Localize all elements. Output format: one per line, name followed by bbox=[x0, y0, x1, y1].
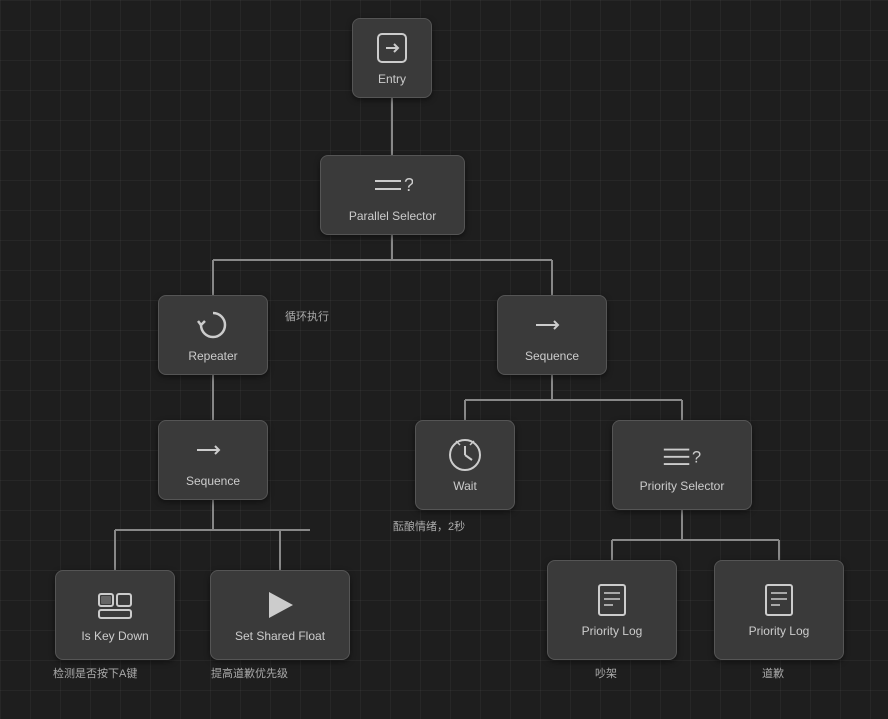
repeater-annotation: 循环执行 bbox=[285, 308, 329, 324]
priority-selector-label: Priority Selector bbox=[640, 479, 725, 495]
wait-label: Wait bbox=[453, 479, 477, 495]
sequence-left-label: Sequence bbox=[186, 474, 240, 490]
priority-log-1-node[interactable]: Priority Log bbox=[547, 560, 677, 660]
key-down-icon bbox=[95, 585, 135, 625]
canvas: Entry ? Parallel Selector Repeater 循环执行 bbox=[0, 0, 888, 719]
parallel-selector-node[interactable]: ? Parallel Selector bbox=[320, 155, 465, 235]
svg-text:?: ? bbox=[404, 175, 413, 195]
wait-node[interactable]: Wait bbox=[415, 420, 515, 510]
sequence-right-icon bbox=[532, 305, 572, 345]
priority-log-1-icon bbox=[592, 580, 632, 620]
entry-node[interactable]: Entry bbox=[352, 18, 432, 98]
repeater-label: Repeater bbox=[188, 349, 237, 365]
is-key-down-annotation: 检测是否按下A键 bbox=[53, 665, 137, 681]
sequence-left-node[interactable]: Sequence bbox=[158, 420, 268, 500]
repeater-node[interactable]: Repeater bbox=[158, 295, 268, 375]
svg-text:?: ? bbox=[692, 448, 701, 466]
priority-log-1-label: Priority Log bbox=[582, 624, 643, 640]
entry-icon bbox=[372, 28, 412, 68]
priority-log-1-annotation: 吵架 bbox=[595, 665, 617, 681]
priority-log-2-node[interactable]: Priority Log bbox=[714, 560, 844, 660]
entry-label: Entry bbox=[378, 72, 406, 88]
repeater-icon bbox=[193, 305, 233, 345]
is-key-down-label: Is Key Down bbox=[81, 629, 148, 645]
set-shared-float-annotation: 提高道歉优先级 bbox=[211, 665, 288, 681]
wait-annotation: 酝酿情绪，2秒 bbox=[393, 518, 465, 534]
priority-log-2-icon bbox=[759, 580, 799, 620]
sequence-right-node[interactable]: Sequence bbox=[497, 295, 607, 375]
parallel-selector-icon: ? bbox=[373, 165, 413, 205]
priority-log-2-label: Priority Log bbox=[749, 624, 810, 640]
priority-log-2-annotation: 道歉 bbox=[762, 665, 784, 681]
sequence-right-label: Sequence bbox=[525, 349, 579, 365]
set-shared-float-node[interactable]: Set Shared Float bbox=[210, 570, 350, 660]
set-shared-float-label: Set Shared Float bbox=[235, 629, 325, 645]
is-key-down-node[interactable]: Is Key Down bbox=[55, 570, 175, 660]
priority-selector-node[interactable]: ? Priority Selector bbox=[612, 420, 752, 510]
wait-icon bbox=[445, 435, 485, 475]
parallel-selector-label: Parallel Selector bbox=[349, 209, 436, 225]
sequence-left-icon bbox=[193, 430, 233, 470]
set-shared-float-icon bbox=[260, 585, 300, 625]
priority-selector-icon: ? bbox=[662, 435, 702, 475]
